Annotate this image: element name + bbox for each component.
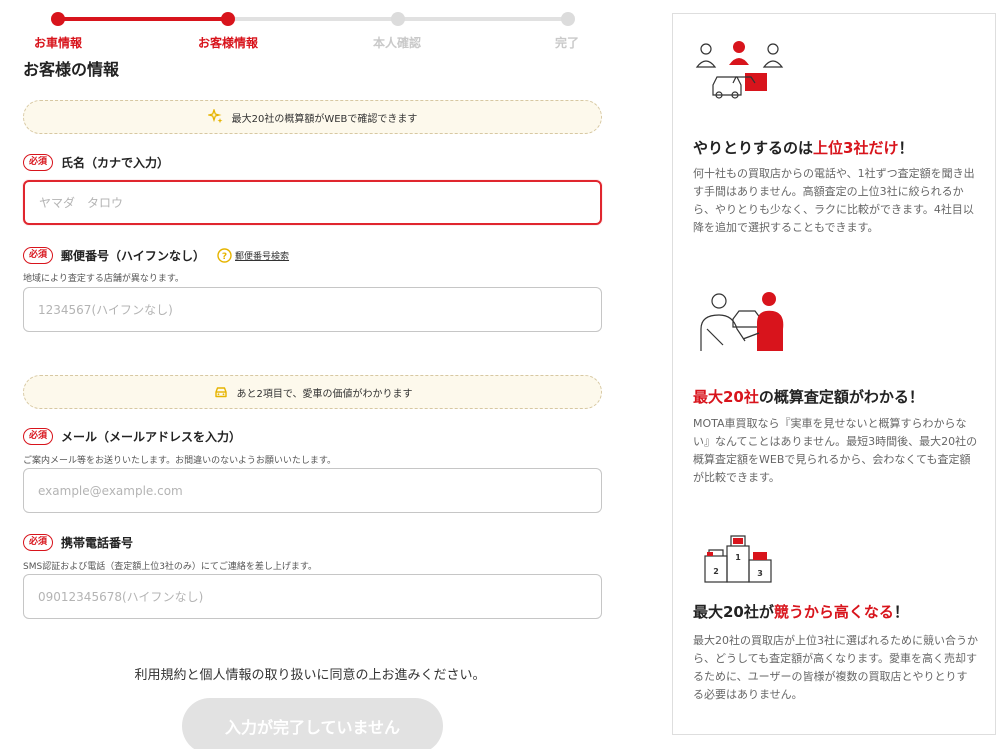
step-label-3: 本人確認 [373, 36, 422, 50]
phone-note: SMS認証および電話（査定額上位3社のみ）にてご連絡を差し上げます。 [23, 562, 318, 572]
feature-estimate-heading: 最大20社の概算査定額がわかる！ [693, 388, 924, 406]
name-label-text: 氏名（カナで入力） [61, 156, 170, 170]
feature-compete-body: 最大20社の買取店が上位3社に選ばれるために競い合うから、どうしても査定額が高く… [693, 634, 978, 701]
agreement-text: 利用規約と個人情報の取り扱いに同意の上お進みください。 [134, 668, 486, 683]
progress-stepper: お車情報 お客様情報 本人確認 完了 [0, 0, 640, 60]
submit-button[interactable]: 入力が完了していません [182, 698, 443, 749]
postal-label-text: 郵便番号（ハイフンなし） [61, 249, 206, 263]
mobile-phone-input[interactable] [23, 574, 602, 619]
phone-label: 必須 携帯電話番号 [23, 534, 133, 551]
step-label-4: 完了 [555, 36, 580, 50]
required-badge: 必須 [23, 247, 54, 264]
step-label-2: お客様情報 [198, 36, 259, 50]
postal-search-link[interactable]: 郵便番号検索 [235, 249, 289, 262]
help-circle-icon: ? [217, 248, 232, 263]
feature-top3-body: 何十社もの買取店からの電話や、1社ずつ査定額を聞き出す手間はありません。高額査定… [693, 167, 975, 234]
email-input[interactable] [23, 468, 602, 513]
required-badge: 必須 [23, 428, 54, 445]
step-dot-4 [561, 12, 575, 26]
podium-icon: 1 2 3 [693, 528, 783, 588]
notice-estimate: 最大20社の概算額がWEBで確認できます [23, 100, 602, 134]
step-dot-1 [51, 12, 65, 26]
name-kana-input[interactable] [23, 180, 602, 225]
postal-code-input[interactable] [23, 287, 602, 332]
notice-remaining-text: あと2項目で、愛車の価値がわかります [236, 388, 413, 400]
notice-remaining: あと2項目で、愛車の価値がわかります [23, 375, 602, 409]
required-badge: 必須 [23, 154, 54, 171]
phone-label-text: 携帯電話番号 [61, 536, 134, 550]
dealers-people-icon [693, 39, 793, 105]
feature-estimate-body: MOTA車買取なら『実車を見せないと概算すらわからない』なんてことはありません。… [693, 417, 978, 484]
postal-label: 必須 郵便番号（ハイフンなし） ? 郵便番号検索 [23, 247, 289, 264]
name-label: 必須 氏名（カナで入力） [23, 154, 169, 171]
handover-icon [693, 289, 793, 361]
podium-label-3: 3 [757, 569, 763, 578]
podium-label-2: 2 [713, 567, 719, 576]
benefits-panel: やりとりするのは上位3社だけ！ 何十社もの買取店からの電話や、1社ずつ査定額を聞… [672, 13, 996, 735]
step-label-1: お車情報 [34, 36, 83, 50]
email-note: ご案内メール等をお送りいたします。お間違いのないようお願いいたします。 [23, 456, 337, 466]
email-label: 必須 メール（メールアドレスを入力） [23, 428, 241, 445]
section-title: お客様の情報 [23, 60, 120, 78]
feature-compete-heading: 最大20社が競うから高くなる！ [693, 603, 909, 621]
stepper-line-done [58, 17, 228, 21]
feature-top3-heading: やりとりするのは上位3社だけ！ [693, 139, 914, 157]
step-dot-2 [221, 12, 235, 26]
postal-note: 地域により査定する店舗が異なります。 [23, 274, 184, 284]
notice-estimate-text: 最大20社の概算額がWEBで確認できます [231, 113, 418, 125]
required-badge: 必須 [23, 534, 54, 551]
email-label-text: メール（メールアドレスを入力） [61, 430, 242, 444]
podium-label-1: 1 [735, 553, 741, 562]
car-icon [213, 384, 229, 400]
step-dot-3 [391, 12, 405, 26]
svg-text:?: ? [222, 252, 227, 262]
sparkle-icon [207, 109, 224, 125]
